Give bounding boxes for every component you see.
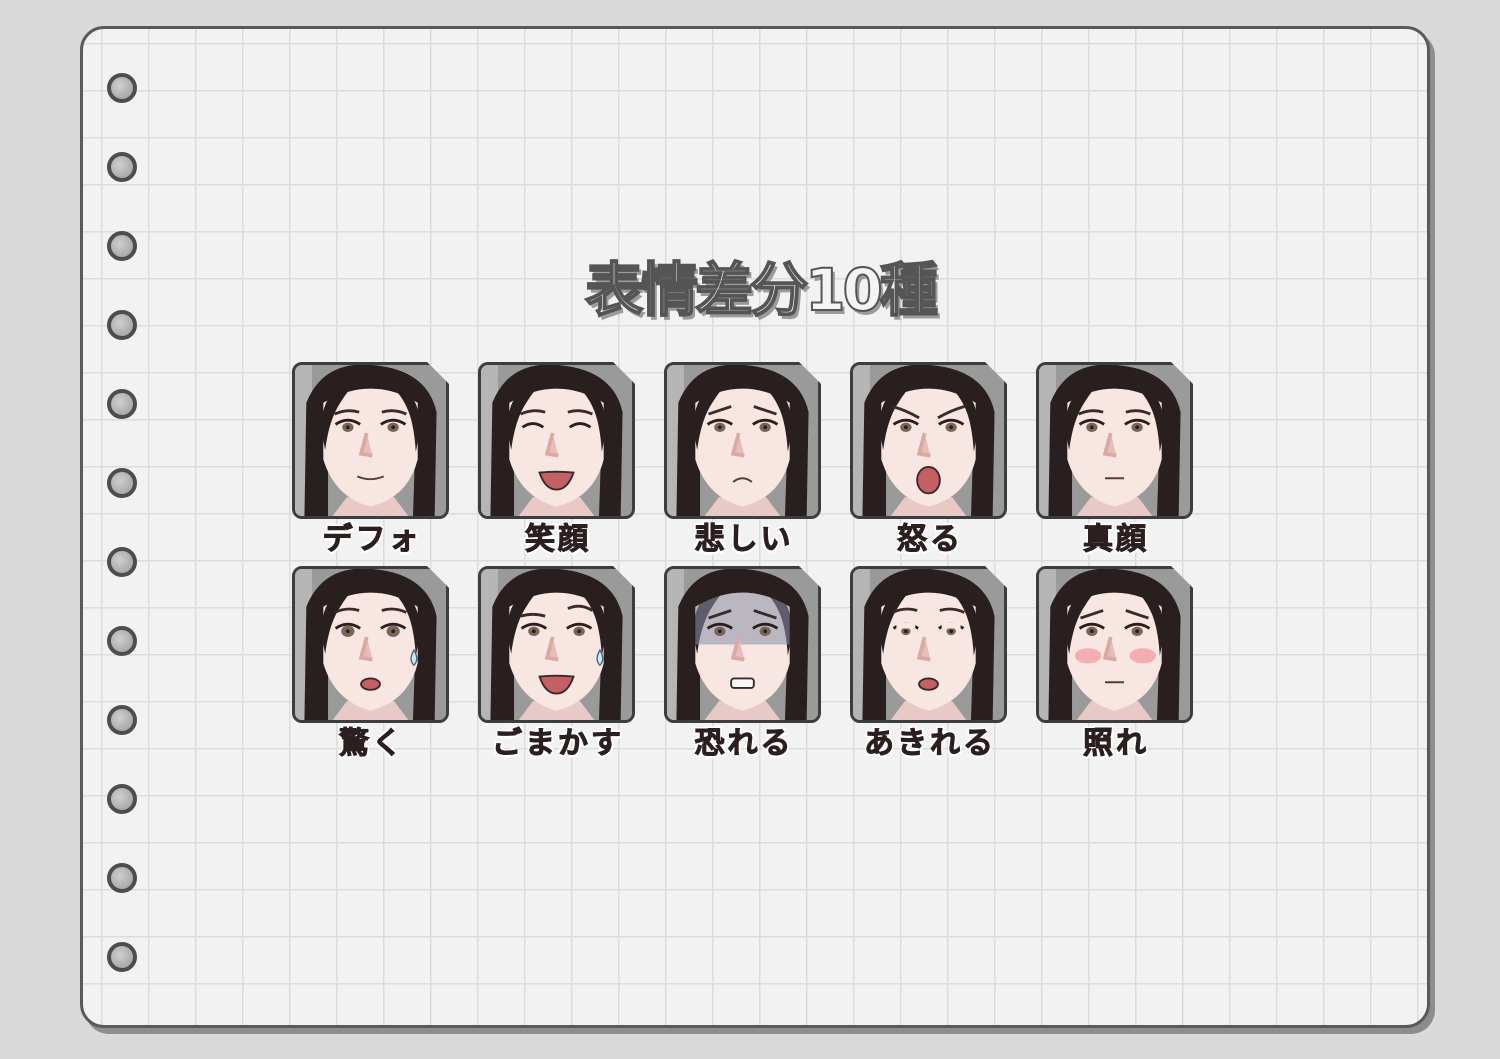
binder-ring-icon bbox=[107, 231, 137, 261]
expression-label: 驚く bbox=[339, 726, 405, 762]
binder-ring-icon bbox=[107, 863, 137, 893]
expression-label: デフォ bbox=[322, 522, 422, 558]
expression-card: あきれる bbox=[850, 566, 1010, 766]
face-portrait-smile bbox=[478, 362, 635, 519]
binder-ring-icon bbox=[107, 626, 137, 656]
expression-label: 照れ bbox=[1083, 726, 1149, 762]
binder-ring-icon bbox=[107, 942, 137, 972]
binder-ring-icon bbox=[107, 784, 137, 814]
expression-card: 驚く bbox=[292, 566, 452, 766]
expression-card: 笑顔 bbox=[478, 362, 638, 562]
binder-ring-icon bbox=[107, 705, 137, 735]
expression-label: 悲しい bbox=[694, 522, 794, 558]
face-portrait-angry bbox=[850, 362, 1007, 519]
face-portrait-surprised bbox=[292, 566, 449, 723]
expression-card: 恐れる bbox=[664, 566, 824, 766]
expression-card: 悲しい bbox=[664, 362, 824, 562]
binder-ring-icon bbox=[107, 389, 137, 419]
face-portrait-sad bbox=[664, 362, 821, 519]
expression-card: 照れ bbox=[1036, 566, 1196, 766]
expression-label: あきれる bbox=[864, 726, 996, 762]
expression-label: 笑顔 bbox=[525, 522, 591, 558]
binder-ring-icon bbox=[107, 310, 137, 340]
binder-ring-icon bbox=[107, 73, 137, 103]
expression-label: 怒る bbox=[897, 522, 963, 558]
expression-card: 真顔 bbox=[1036, 362, 1196, 562]
binder-rings bbox=[107, 0, 147, 1059]
expression-card: ごまかす bbox=[478, 566, 638, 766]
face-portrait-serious bbox=[1036, 362, 1193, 519]
face-portrait-exasperated bbox=[850, 566, 1007, 723]
page-title: 表情差分10種 bbox=[584, 255, 939, 325]
expression-label: ごまかす bbox=[492, 726, 624, 762]
face-portrait-blush bbox=[1036, 566, 1193, 723]
expression-card: 怒る bbox=[850, 362, 1010, 562]
expression-card: デフォ bbox=[292, 362, 452, 562]
binder-ring-icon bbox=[107, 468, 137, 498]
face-portrait-default bbox=[292, 362, 449, 519]
expression-label: 真顔 bbox=[1083, 522, 1149, 558]
expression-label: 恐れる bbox=[694, 726, 794, 762]
face-portrait-afraid bbox=[664, 566, 821, 723]
binder-ring-icon bbox=[107, 547, 137, 577]
face-portrait-evasive bbox=[478, 566, 635, 723]
binder-ring-icon bbox=[107, 152, 137, 182]
